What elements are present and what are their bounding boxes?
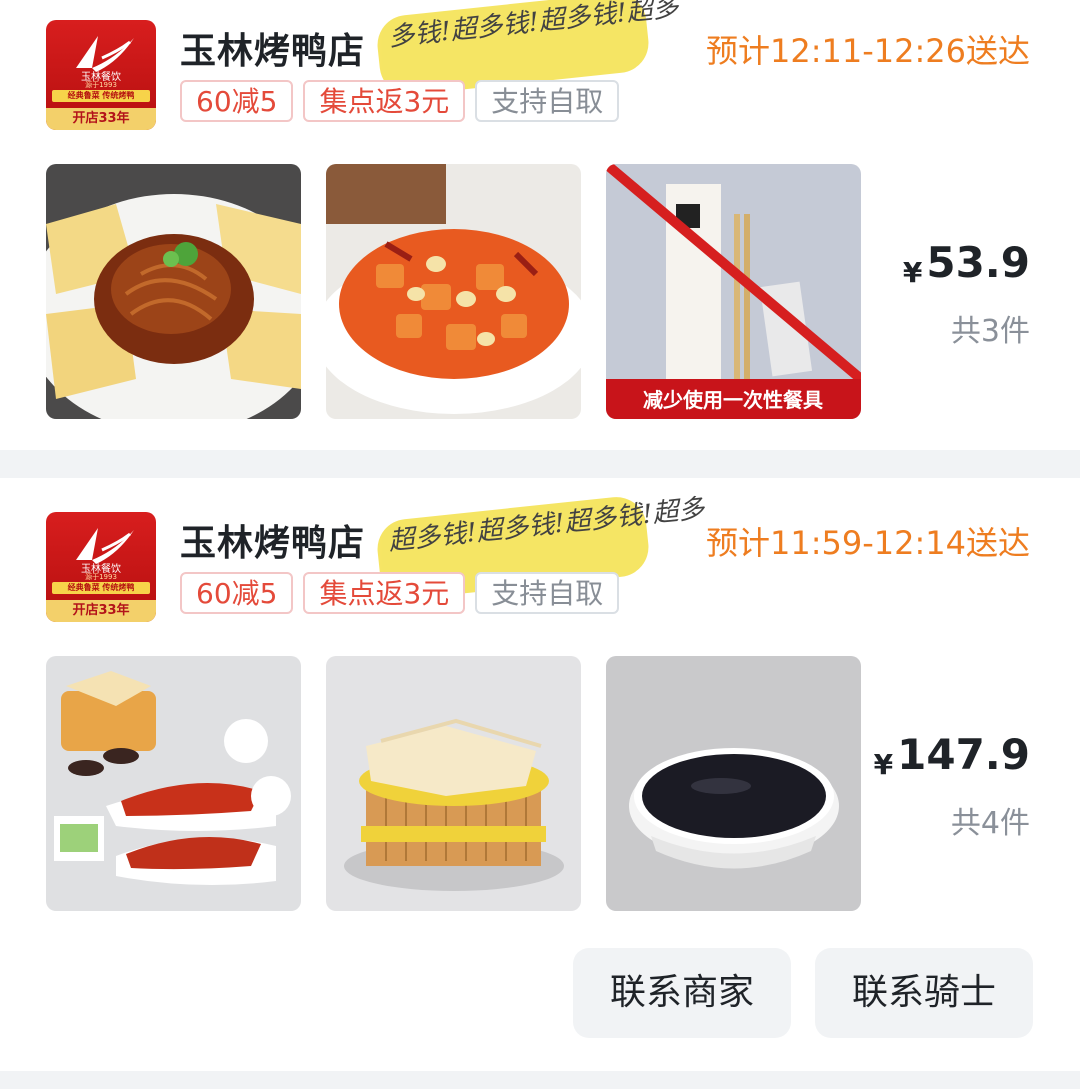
- promo-tag-pickup: 支持自取: [475, 572, 620, 614]
- pancake-steamer-icon: [326, 656, 581, 911]
- contact-rider-button[interactable]: 联系骑士: [815, 948, 1033, 1038]
- promo-tag-points: 集点返3元: [303, 572, 466, 614]
- item-thumbnail[interactable]: [326, 164, 581, 419]
- item-count: 共3件: [950, 314, 1030, 349]
- logo-years: 开店33年: [46, 108, 156, 130]
- price-value: 53.9: [926, 238, 1030, 287]
- promo-tags: 60减5 集点返3元 支持自取: [180, 572, 620, 614]
- order-card[interactable]: 玉林餐饮 源于1993 经典鲁菜 传统烤鸭 开店33年 玉林烤鸭店 多钱!超多钱…: [0, 0, 1080, 450]
- promo-tag-points: 集点返3元: [303, 80, 466, 122]
- item-thumbnails[interactable]: [46, 656, 861, 911]
- logo-years: 开店33年: [46, 600, 156, 622]
- order-price: ¥53.9: [903, 238, 1030, 289]
- scribble-text: 多钱!超多钱!超多钱!超多: [387, 0, 681, 53]
- kung-pao-chicken-icon: [326, 164, 581, 419]
- contact-merchant-button[interactable]: 联系商家: [573, 948, 791, 1038]
- logo-est: 源于1993: [85, 81, 117, 89]
- utensils-caption: 减少使用一次性餐具: [643, 388, 823, 412]
- item-thumbnail[interactable]: [606, 656, 861, 911]
- item-thumbnail[interactable]: 减少使用一次性餐具: [606, 164, 861, 419]
- item-thumbnail[interactable]: [326, 656, 581, 911]
- logo-slogan: 经典鲁菜 传统烤鸭: [52, 582, 150, 594]
- delivery-eta: 预计11:59-12:14送达: [706, 524, 1030, 562]
- store-name[interactable]: 玉林烤鸭店: [180, 22, 365, 74]
- item-thumbnails[interactable]: 减少使用一次性餐具: [46, 164, 861, 419]
- promo-tag-pickup: 支持自取: [475, 80, 620, 122]
- price-currency: ¥: [873, 748, 894, 781]
- promo-tag-discount: 60减5: [180, 80, 294, 122]
- price-value: 147.9: [897, 730, 1030, 779]
- promo-tags: 60减5 集点返3元 支持自取: [180, 80, 620, 122]
- roast-duck-platter-icon: [46, 656, 301, 911]
- order-price: ¥147.9: [874, 730, 1030, 781]
- logo-slogan: 经典鲁菜 传统烤鸭: [52, 90, 150, 102]
- promo-tag-discount: 60减5: [180, 572, 294, 614]
- logo-est: 源于1993: [85, 573, 117, 581]
- scribble-text: 超多钱!超多钱!超多钱!超多: [387, 493, 706, 557]
- store-logo[interactable]: 玉林餐饮 源于1993 经典鲁菜 传统烤鸭 开店33年: [46, 20, 156, 130]
- store-logo[interactable]: 玉林餐饮 源于1993 经典鲁菜 传统烤鸭 开店33年: [46, 512, 156, 622]
- price-currency: ¥: [902, 256, 923, 289]
- delivery-eta: 预计12:11-12:26送达: [706, 32, 1030, 70]
- item-count: 共4件: [950, 806, 1030, 841]
- item-thumbnail[interactable]: [46, 164, 301, 419]
- item-thumbnail[interactable]: [46, 656, 301, 911]
- store-name[interactable]: 玉林烤鸭店: [180, 514, 365, 566]
- sauce-dish-icon: [606, 656, 861, 911]
- shredded-pork-dish-icon: [46, 164, 301, 419]
- disposable-utensils-icon: 减少使用一次性餐具: [606, 164, 861, 419]
